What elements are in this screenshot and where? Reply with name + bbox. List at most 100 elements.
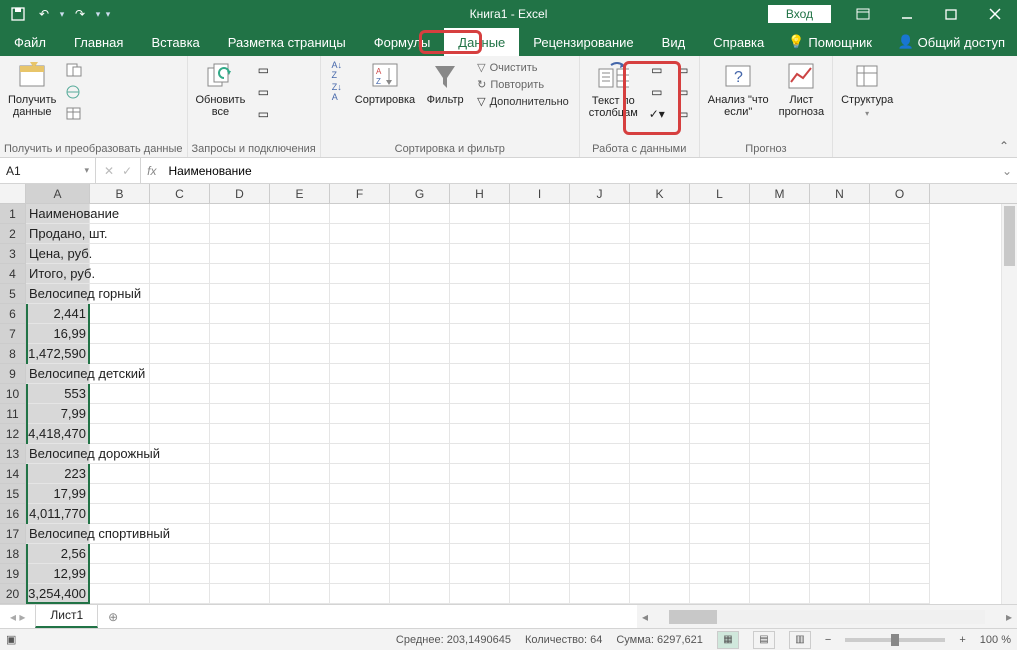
cell-M11[interactable] — [750, 404, 810, 424]
cell-I7[interactable] — [510, 324, 570, 344]
cell-G6[interactable] — [390, 304, 450, 324]
cell-H12[interactable] — [450, 424, 510, 444]
sort-button[interactable]: AZ Сортировка — [351, 58, 419, 108]
cell-D10[interactable] — [210, 384, 270, 404]
cell-C8[interactable] — [150, 344, 210, 364]
cell-E15[interactable] — [270, 484, 330, 504]
cell-I4[interactable] — [510, 264, 570, 284]
cell-D15[interactable] — [210, 484, 270, 504]
cell-O11[interactable] — [870, 404, 930, 424]
text-to-columns-button[interactable]: Текст по столбцам — [584, 58, 643, 122]
cell-F17[interactable] — [330, 524, 390, 544]
cell-J7[interactable] — [570, 324, 630, 344]
close-button[interactable] — [973, 0, 1017, 28]
vertical-scrollbar[interactable] — [1001, 204, 1017, 604]
scroll-left-icon[interactable]: ◂ — [637, 610, 653, 624]
cell-M9[interactable] — [750, 364, 810, 384]
from-table-button[interactable] — [64, 104, 84, 124]
cell-C16[interactable] — [150, 504, 210, 524]
cell-K20[interactable] — [630, 584, 690, 604]
cell-L18[interactable] — [690, 544, 750, 564]
get-data-button[interactable]: Получить данные — [4, 58, 60, 120]
cell-N13[interactable] — [810, 444, 870, 464]
cell-M5[interactable] — [750, 284, 810, 304]
cell-F2[interactable] — [330, 224, 390, 244]
cell-K6[interactable] — [630, 304, 690, 324]
cell-L15[interactable] — [690, 484, 750, 504]
cell-L8[interactable] — [690, 344, 750, 364]
cell-O16[interactable] — [870, 504, 930, 524]
cell-K1[interactable] — [630, 204, 690, 224]
tab-view[interactable]: Вид — [648, 28, 700, 56]
page-layout-view-button[interactable]: ▤ — [753, 631, 775, 649]
cell-L3[interactable] — [690, 244, 750, 264]
manage-model-button[interactable]: ▭ — [673, 104, 693, 124]
cell-N20[interactable] — [810, 584, 870, 604]
cell-C2[interactable] — [150, 224, 210, 244]
save-button[interactable] — [6, 2, 30, 26]
cell-A17[interactable]: Велосипед спортивный — [26, 524, 90, 544]
cell-N5[interactable] — [810, 284, 870, 304]
cell-G3[interactable] — [390, 244, 450, 264]
cell-O2[interactable] — [870, 224, 930, 244]
cell-H15[interactable] — [450, 484, 510, 504]
cell-C7[interactable] — [150, 324, 210, 344]
cell-H2[interactable] — [450, 224, 510, 244]
qat-customize[interactable]: ▾ — [104, 9, 112, 20]
scroll-right-icon[interactable]: ▸ — [1001, 610, 1017, 624]
column-header-F[interactable]: F — [330, 184, 390, 203]
outline-button[interactable]: Структура ▾ — [837, 58, 897, 122]
cell-A4[interactable]: Итого, руб. — [26, 264, 90, 284]
cell-D2[interactable] — [210, 224, 270, 244]
cell-C18[interactable] — [150, 544, 210, 564]
cell-K14[interactable] — [630, 464, 690, 484]
cell-C14[interactable] — [150, 464, 210, 484]
cell-M19[interactable] — [750, 564, 810, 584]
cell-N3[interactable] — [810, 244, 870, 264]
cell-I1[interactable] — [510, 204, 570, 224]
cell-I9[interactable] — [510, 364, 570, 384]
cell-O5[interactable] — [870, 284, 930, 304]
cell-F14[interactable] — [330, 464, 390, 484]
cell-E11[interactable] — [270, 404, 330, 424]
cell-K4[interactable] — [630, 264, 690, 284]
cell-K19[interactable] — [630, 564, 690, 584]
cell-O6[interactable] — [870, 304, 930, 324]
cell-G16[interactable] — [390, 504, 450, 524]
cell-L5[interactable] — [690, 284, 750, 304]
cell-E20[interactable] — [270, 584, 330, 604]
cell-F4[interactable] — [330, 264, 390, 284]
cell-O7[interactable] — [870, 324, 930, 344]
cell-G14[interactable] — [390, 464, 450, 484]
cell-H9[interactable] — [450, 364, 510, 384]
cell-N9[interactable] — [810, 364, 870, 384]
cell-N16[interactable] — [810, 504, 870, 524]
cell-K16[interactable] — [630, 504, 690, 524]
consolidate-button[interactable]: ▭ — [673, 60, 693, 80]
cell-N19[interactable] — [810, 564, 870, 584]
cell-M13[interactable] — [750, 444, 810, 464]
cell-N10[interactable] — [810, 384, 870, 404]
cell-J15[interactable] — [570, 484, 630, 504]
column-header-N[interactable]: N — [810, 184, 870, 203]
tab-home[interactable]: Главная — [60, 28, 137, 56]
cell-K3[interactable] — [630, 244, 690, 264]
cell-E9[interactable] — [270, 364, 330, 384]
zoom-out-button[interactable]: − — [825, 634, 831, 646]
sheet-nav[interactable]: ◂ ▸ — [0, 605, 35, 628]
cell-I13[interactable] — [510, 444, 570, 464]
cell-H6[interactable] — [450, 304, 510, 324]
tell-me-button[interactable]: 💡 Помощник — [778, 28, 882, 56]
cell-O19[interactable] — [870, 564, 930, 584]
cell-H17[interactable] — [450, 524, 510, 544]
tab-file[interactable]: Файл — [0, 28, 60, 56]
cell-D12[interactable] — [210, 424, 270, 444]
cell-M7[interactable] — [750, 324, 810, 344]
cell-M6[interactable] — [750, 304, 810, 324]
horizontal-scroll-thumb[interactable] — [669, 610, 717, 624]
cell-G5[interactable] — [390, 284, 450, 304]
expand-formula-bar-button[interactable]: ⌄ — [997, 158, 1017, 183]
cell-M10[interactable] — [750, 384, 810, 404]
cell-C5[interactable] — [150, 284, 210, 304]
cell-M2[interactable] — [750, 224, 810, 244]
